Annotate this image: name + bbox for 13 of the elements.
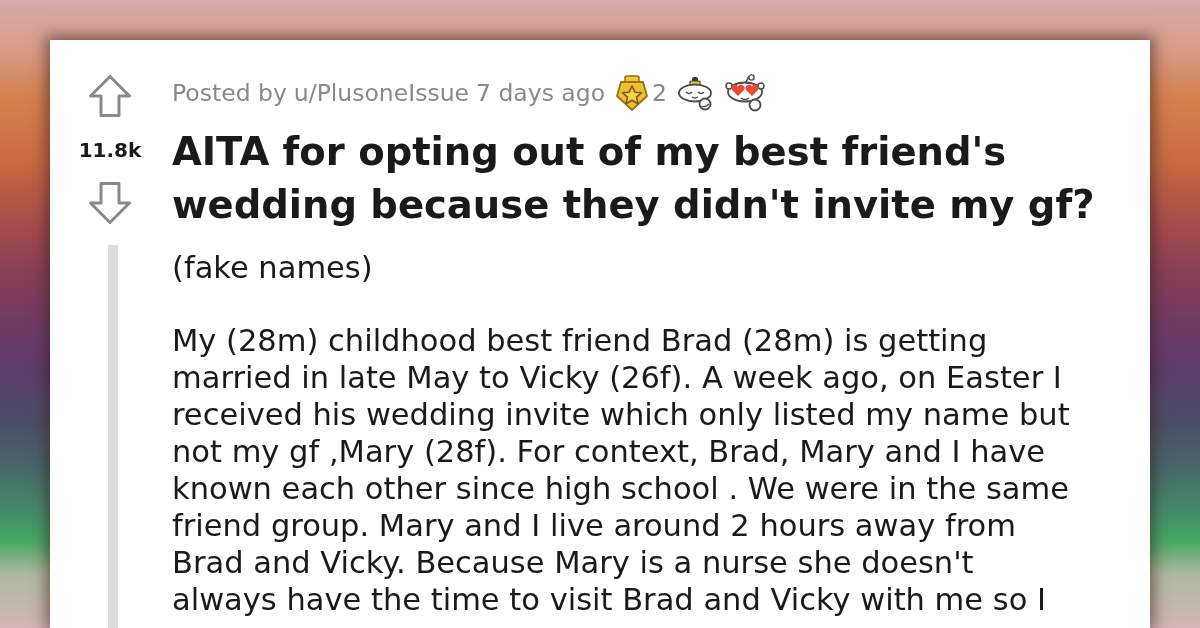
star-award-icon (616, 75, 649, 111)
posted-by-label: Posted by (172, 79, 287, 107)
body-paragraph: My (28m) childhood best friend Brad (28m) is getting married in late May to Vicky (26f). A week ago, on Easter I received his wedding invite which only listed my name but not my gf ,Mary (28f). For context, Brad, Mary and I have known each other since high school . We were in the same friend group. Mary and I live around 2 hours away from Brad and Vicky. Because Mary is a nurse she doesn't always have the time to visit Brad and Vicky with me so I (172, 322, 1071, 618)
post-time-link[interactable]: 7 days ago (476, 79, 606, 107)
body-paragraph: (fake names) (172, 249, 374, 286)
award-count: 2 (652, 79, 667, 107)
vote-score: 11.8k (78, 138, 142, 162)
post-title: AITA for opting out of my best friend's wedding because they didn't invite my gf? (172, 128, 1096, 229)
heart-eyes-face-icon (725, 74, 765, 112)
author-link[interactable]: u/PlusoneIssue (293, 79, 469, 107)
down-arrow-icon[interactable] (89, 182, 131, 224)
up-arrow-icon[interactable] (89, 75, 131, 117)
sleeping-face-icon (677, 75, 715, 111)
